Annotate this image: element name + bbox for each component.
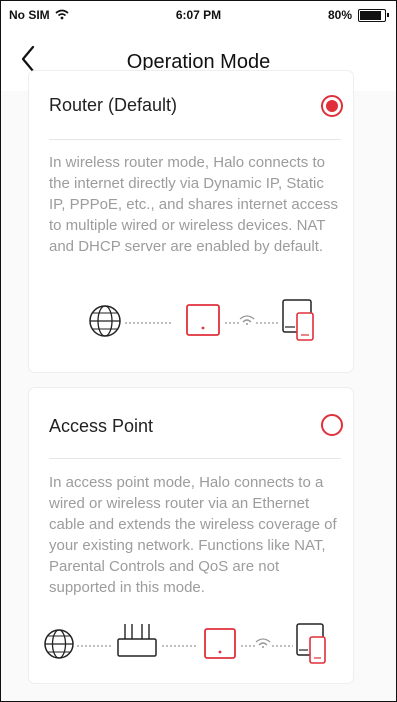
access-point-mode-card[interactable]: Access Point In access point mode, Halo … — [29, 388, 353, 683]
mode-title: Access Point — [49, 416, 154, 436]
globe-icon — [89, 305, 121, 337]
battery-status: 80% — [327, 8, 389, 22]
router-mode-radio[interactable] — [321, 95, 343, 117]
globe-icon — [44, 629, 74, 659]
status-bar: No SIM 6:07 PM 80% — [1, 1, 396, 29]
router-mode-diagram — [89, 299, 314, 341]
devices-icon — [296, 623, 326, 664]
mode-description: In wireless router mode, Halo connects t… — [49, 154, 339, 255]
battery-percent: 80% — [327, 8, 352, 22]
halo-unit-icon — [204, 628, 236, 659]
mode-title: Router (Default) — [49, 95, 178, 115]
battery-icon — [358, 8, 389, 22]
access-point-mode-diagram — [44, 623, 326, 664]
wifi-icon — [239, 315, 255, 325]
divider — [49, 458, 341, 459]
mode-description: In access point mode, Halo connects to a… — [49, 474, 337, 596]
app-frame: No SIM 6:07 PM 80% Operation Mode Router… — [0, 0, 397, 702]
wifi-icon — [255, 638, 271, 648]
access-point-mode-radio[interactable] — [321, 414, 343, 436]
router-icon — [117, 624, 157, 657]
divider — [49, 139, 341, 140]
devices-icon — [282, 299, 314, 341]
router-mode-card[interactable]: Router (Default) In wireless router mode… — [29, 71, 353, 372]
halo-unit-icon — [186, 304, 220, 336]
